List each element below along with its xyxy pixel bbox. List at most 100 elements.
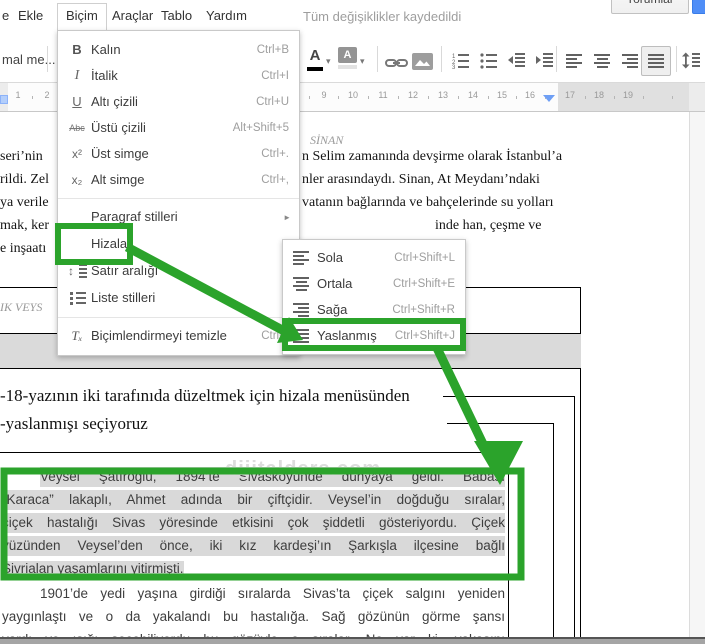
menu-item-shortcut: Ctrl+, — [261, 174, 289, 186]
menu-item-label: İtalik — [91, 68, 118, 83]
menubar-item[interactable]: Biçim — [66, 8, 98, 23]
doc-text-fragment-left: rildi. Zel — [0, 172, 49, 187]
menu-item[interactable]: ↕ Satır aralığı ► — [58, 258, 299, 285]
ruler-number: 15 — [496, 90, 508, 100]
insert-image-button[interactable] — [412, 53, 433, 75]
menubar-item[interactable]: Yardım — [206, 8, 247, 23]
menu-separator — [58, 317, 299, 318]
ruler-number: 9 — [321, 90, 327, 100]
decrease-indent-icon — [508, 53, 525, 67]
menubar-item[interactable]: e — [2, 8, 9, 23]
text-color-button[interactable]: A — [306, 47, 324, 71]
menu-item[interactable]: x₂ Alt simge Ctrl+, — [58, 167, 299, 193]
format-menu: B Kalın Ctrl+B I İtalik Ctrl+I U Altı çi… — [57, 30, 300, 356]
toolbar-separator — [47, 46, 48, 72]
app-window: SİNAN seri’nin n Selim zamanında devşirm… — [0, 0, 705, 644]
submenu-item[interactable]: Sola Ctrl+Shift+L — [283, 245, 465, 271]
doc-text-line[interactable]: yaygınlaştı ve o da yakalandı bu hastalı… — [2, 607, 505, 627]
menu-item[interactable]: U Altı çizili Ctrl+U — [58, 89, 299, 115]
ruler-tick — [458, 96, 459, 99]
bulleted-list-icon — [480, 53, 497, 69]
doc-text: çiçek hastalığı Sivas yöresinde etkisini… — [2, 515, 505, 530]
right-indent-marker-icon[interactable] — [543, 95, 555, 102]
doc-text-fragment-right: inde han, çeşme ve — [435, 218, 542, 233]
doc-text-line[interactable]: Şivrialan yaşamlarını yitirmişti. — [2, 559, 184, 579]
menu-item-label: Üstü çizili — [91, 120, 146, 135]
menu-item-icon: ↕ — [66, 258, 88, 284]
menu-item-icon — [66, 285, 88, 311]
menu-item-label: Kalın — [91, 42, 121, 57]
ruler-tick — [643, 96, 644, 99]
ruler-number: 19 — [622, 90, 634, 100]
submenu-item[interactable]: Yaslanmış Ctrl+Shift+J — [283, 323, 465, 349]
align-left-button[interactable] — [566, 54, 582, 68]
align-center-button[interactable] — [594, 54, 610, 68]
ruler-tick — [309, 96, 310, 99]
doc-text-line[interactable]: -yaslanmışı seçiyoruz — [0, 414, 148, 434]
increase-indent-button[interactable] — [536, 53, 554, 73]
ruler-number: 13 — [437, 90, 449, 100]
doc-text-fragment-left: e inşaatı — [0, 241, 47, 256]
ruler-tick — [338, 96, 339, 99]
ruler-number: 18 — [593, 90, 605, 100]
submenu-item-shortcut: Ctrl+Shift+E — [393, 278, 455, 290]
doc-heading-sinan: SİNAN — [310, 133, 344, 147]
doc-text: Şivrialan yaşamlarını yitirmişti. — [2, 561, 184, 576]
menubar-item[interactable]: Tablo — [161, 8, 192, 23]
decrease-indent-button[interactable] — [508, 53, 526, 73]
ruler-tick — [368, 96, 369, 99]
numbered-list-button[interactable]: 123 — [452, 53, 470, 74]
left-indent-marker[interactable] — [0, 95, 8, 104]
menubar-item[interactable]: Ekle — [18, 8, 43, 23]
menu-item-shortcut: Ctrl+I — [261, 70, 289, 82]
menubar-item[interactable]: Araçlar — [112, 8, 153, 23]
highlight-color-button[interactable]: A — [338, 47, 357, 69]
doc-text-line[interactable]: yüzünden Veysel’den önce, iki kız kardeş… — [2, 536, 505, 556]
submenu-item[interactable]: Sağa Ctrl+Shift+R — [283, 297, 465, 323]
menu-item-shortcut: Ctrl+B — [256, 44, 289, 56]
doc-text-fragment-left: seri’nin — [0, 149, 43, 164]
toolbar-separator — [676, 46, 677, 72]
justify-button[interactable] — [648, 54, 664, 68]
menu-item[interactable]: Liste stilleri ► — [58, 285, 299, 312]
doc-text-line[interactable]: çiçek hastalığı Sivas yöresinde etkisini… — [2, 513, 505, 533]
menu-item[interactable]: Tₓ Biçimlendirmeyi temizle Ctrl+\ — [58, 323, 299, 349]
text-color-icon: A — [309, 47, 321, 64]
window-bottom-edge — [0, 637, 705, 644]
menu-item-label: Biçimlendirmeyi temizle — [91, 328, 227, 343]
menu-item[interactable]: x² Üst simge Ctrl+. — [58, 141, 299, 167]
ruler-tick — [488, 96, 489, 99]
submenu-item-label: Sağa — [317, 302, 348, 317]
submenu-item[interactable]: Ortala Ctrl+Shift+E — [283, 271, 465, 297]
menu-item[interactable]: Hizala ► — [58, 231, 299, 258]
doc-text-fragment-left: ya verile — [0, 195, 49, 210]
menu-item[interactable]: B Kalın Ctrl+B — [58, 37, 299, 63]
insert-link-button[interactable] — [385, 56, 409, 74]
doc-text-line[interactable]: 1901’de yedi yaşına girdiği sıralarda Si… — [40, 584, 505, 604]
line-spacing-button[interactable] — [682, 52, 700, 74]
doc-text-line[interactable]: “Karaca” lakaplı, Ahmet adında bir çiftç… — [2, 490, 505, 510]
ruler-tick — [428, 96, 429, 99]
doc-text-fragment-right: vatanın bağlarında ve bahçelerinde su yo… — [302, 195, 554, 210]
share-button[interactable] — [692, 0, 705, 14]
doc-text-line[interactable]: -18-yazının iki tarafınıda düzeltmek içi… — [0, 386, 410, 406]
increase-indent-icon — [536, 53, 553, 67]
align-right-button[interactable] — [622, 54, 638, 68]
comments-button[interactable]: Yorumlar — [611, 0, 689, 14]
menu-item[interactable]: Paragraf stilleri ► — [58, 204, 299, 231]
vertical-scrollbar[interactable] — [689, 83, 705, 637]
menubar: e Ekle Biçim Araçlar Tablo Yardım Tüm de… — [0, 0, 705, 31]
submenu-item-label: Ortala — [317, 276, 353, 291]
highlight-caret-icon[interactable]: ▾ — [360, 56, 365, 67]
text-color-caret-icon[interactable]: ▾ — [326, 56, 331, 67]
menu-item[interactable]: Abc Üstü çizili Alt+Shift+5 — [58, 115, 299, 141]
highlight-color-icon: A — [343, 49, 352, 61]
menu-item-icon: Tₓ — [71, 328, 83, 343]
submenu-item-label: Yaslanmış — [317, 328, 377, 343]
bulleted-list-button[interactable] — [480, 53, 498, 74]
menu-item-label: Hizala — [91, 236, 128, 251]
text-color-swatch — [307, 67, 323, 71]
doc-text-fragment-left: mak, ker — [0, 218, 49, 233]
save-status: Tüm değişiklikler kaydedildi — [303, 9, 462, 24]
menu-item[interactable]: I İtalik Ctrl+I — [58, 63, 299, 89]
